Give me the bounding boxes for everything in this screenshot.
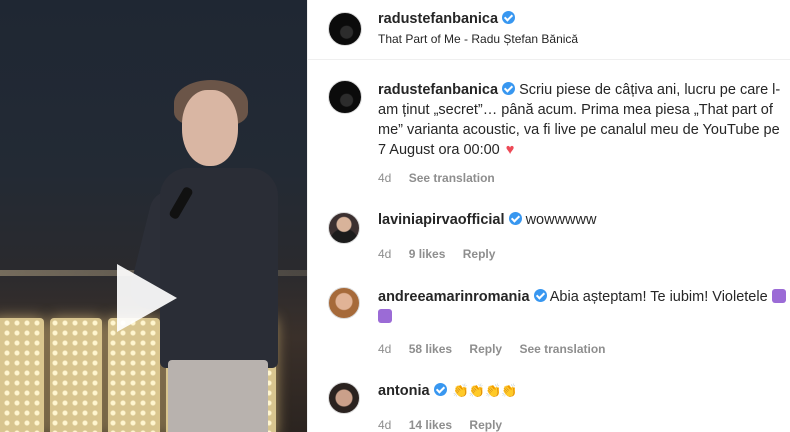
caption-author[interactable]: radustefanbanica	[378, 82, 516, 98]
comment-likes[interactable]: 58 likes	[409, 342, 452, 356]
purple-heart-icon	[771, 289, 786, 303]
comment-text: Abia așteptam! Te iubim! Violetele	[549, 289, 768, 305]
purple-heart-icon	[378, 309, 392, 323]
verified-badge-icon	[502, 82, 516, 95]
see-translation-button[interactable]: See translation	[409, 171, 495, 185]
comment-likes[interactable]: 14 likes	[409, 418, 452, 432]
reply-button[interactable]: Reply	[463, 247, 496, 261]
comment-likes[interactable]: 9 likes	[409, 247, 446, 261]
author-avatar[interactable]	[328, 12, 362, 46]
comment-avatar[interactable]	[328, 212, 360, 244]
comment-item: antonia 👏👏👏👏	[378, 381, 788, 401]
heart-emoji-icon: ♥	[505, 142, 515, 158]
post-header: radustefanbanica That Part of Me - Radu …	[308, 0, 790, 60]
comment-meta: 4d 14 likes Reply	[378, 418, 516, 432]
comment-avatar[interactable]	[328, 382, 360, 414]
verified-badge-icon	[533, 289, 547, 302]
clapping-hands-icon: 👏👏👏👏	[452, 383, 518, 398]
comment-avatar[interactable]	[328, 287, 360, 319]
comment-author[interactable]: antonia	[378, 383, 447, 399]
caption-time: 4d	[378, 171, 392, 185]
play-icon[interactable]	[117, 264, 177, 332]
comment-time: 4d	[378, 247, 392, 261]
comment-meta: 4d 9 likes Reply	[378, 247, 509, 261]
video-player[interactable]	[0, 0, 307, 432]
comment-meta: 4d 58 likes Reply See translation	[378, 342, 619, 356]
reply-button[interactable]: Reply	[469, 342, 502, 356]
post-caption: radustefanbanica Scriu piese de câțiva a…	[378, 80, 788, 160]
caption-avatar[interactable]	[328, 80, 362, 114]
post-panel: radustefanbanica That Part of Me - Radu …	[307, 0, 790, 432]
caption-meta: 4d See translation	[378, 171, 509, 185]
comment-author[interactable]: andreeamarinromania	[378, 289, 547, 305]
verified-badge-icon	[433, 383, 447, 396]
comment-time: 4d	[378, 342, 392, 356]
author-username[interactable]: radustefanbanica	[378, 11, 516, 27]
verified-badge-icon	[502, 11, 516, 24]
comment-author[interactable]: laviniapirvaofficial	[378, 212, 522, 228]
comment-item: andreeamarinromania Abia așteptam! Te iu…	[378, 287, 788, 327]
reply-button[interactable]: Reply	[469, 418, 502, 432]
verified-badge-icon	[508, 212, 522, 225]
see-translation-button[interactable]: See translation	[519, 342, 605, 356]
comment-time: 4d	[378, 418, 392, 432]
comment-text: wowwwww	[525, 212, 597, 228]
comment-item: laviniapirvaofficial wowwwww	[378, 210, 788, 230]
post-subtitle[interactable]: That Part of Me - Radu Ștefan Bănică	[378, 32, 578, 46]
